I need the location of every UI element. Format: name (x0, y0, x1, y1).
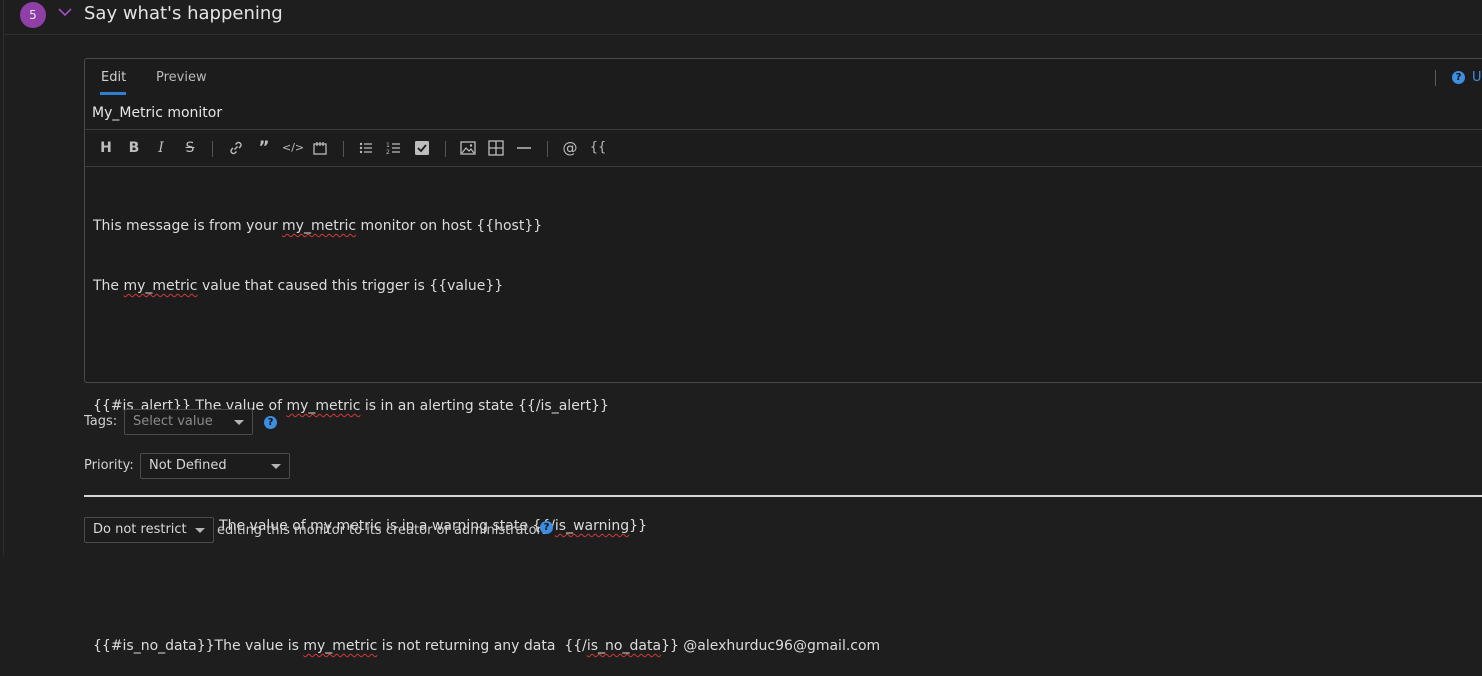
bullet-list-icon[interactable] (357, 139, 375, 157)
toolbar-separator (445, 141, 446, 157)
notification-title-input[interactable] (85, 96, 1482, 130)
message-line: This message is from your my_metric moni… (93, 218, 543, 234)
toolbar-separator (547, 141, 548, 157)
step-number-badge: 5 (20, 2, 46, 28)
tags-select[interactable]: Select value (124, 409, 253, 435)
bold-icon[interactable]: B (125, 139, 143, 157)
section-title: Say what's happening (84, 3, 283, 24)
image-icon[interactable] (459, 139, 477, 157)
caret-down-icon (234, 420, 244, 425)
tags-label: Tags: (84, 414, 118, 429)
priority-label: Priority: (84, 458, 134, 473)
quote-icon[interactable]: ” (255, 139, 273, 157)
svg-text:2: 2 (386, 149, 390, 156)
help-link[interactable]: U (1472, 70, 1482, 85)
chevron-down-icon[interactable] (58, 7, 72, 17)
priority-select[interactable]: Not Defined (140, 453, 290, 479)
active-tab-indicator (100, 92, 126, 95)
checkbox-list-icon[interactable] (413, 139, 431, 157)
strikethrough-icon[interactable]: S (181, 139, 199, 157)
tab-preview[interactable]: Preview (156, 70, 207, 85)
editor-tabs: Edit Preview ? U (85, 59, 1482, 97)
numbered-list-icon[interactable]: 1 2 (385, 139, 403, 157)
italic-icon[interactable]: I (152, 139, 170, 157)
code-block-icon[interactable] (311, 139, 329, 157)
toolbar-separator (212, 141, 213, 157)
restrict-select[interactable]: Do not restrict (84, 517, 214, 543)
restrict-description: editing this monitor to its creator or a… (217, 523, 549, 538)
table-icon[interactable] (487, 139, 505, 157)
restrict-help-icon[interactable]: ? (540, 521, 553, 534)
tags-select-placeholder: Select value (133, 414, 213, 429)
svg-text:1: 1 (386, 142, 390, 149)
help-icon[interactable]: ? (1452, 71, 1465, 84)
left-border (3, 0, 4, 556)
tabs-separator (1435, 70, 1436, 86)
section-divider (4, 34, 1482, 35)
tab-edit[interactable]: Edit (101, 70, 126, 85)
restrict-select-value: Do not restrict (93, 522, 187, 537)
template-variable-icon[interactable]: {{ (589, 139, 607, 157)
message-line: The my_metric value that caused this tri… (93, 278, 504, 294)
toolbar-separator (343, 141, 344, 157)
code-icon[interactable]: </> (282, 139, 304, 157)
mention-icon[interactable]: @ (561, 139, 579, 157)
message-line: {{#is_no_data}}The value is my_metric is… (93, 638, 881, 654)
formatting-toolbar: H B I S ” </> 1 2 @ {{ (85, 130, 1482, 167)
section-divider (84, 495, 1482, 497)
caret-down-icon (195, 528, 205, 533)
heading-icon[interactable]: H (97, 139, 115, 157)
tags-help-icon[interactable]: ? (264, 416, 277, 429)
horizontal-rule-icon[interactable] (515, 139, 533, 157)
caret-down-icon (271, 464, 281, 469)
link-icon[interactable] (227, 139, 245, 157)
priority-select-value: Not Defined (149, 458, 227, 473)
